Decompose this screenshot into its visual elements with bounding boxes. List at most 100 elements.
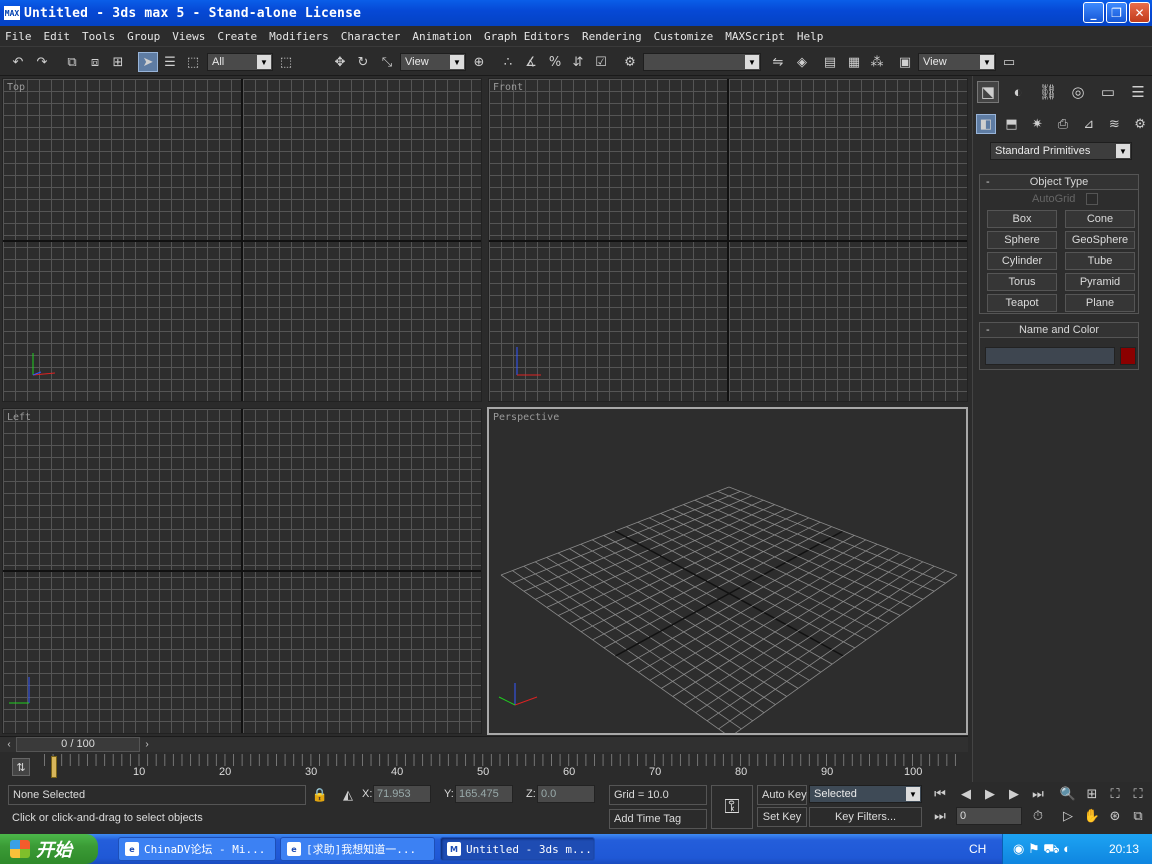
shapes-icon[interactable]: ⬒	[1002, 114, 1022, 134]
add-time-tag-button[interactable]: Add Time Tag	[609, 809, 707, 829]
x-coordinate-field[interactable]: 71.953	[373, 785, 431, 803]
absolute-mode-icon[interactable]: ◭	[338, 785, 358, 805]
pan-icon[interactable]: ✋	[1082, 806, 1102, 826]
taskbar-item-active[interactable]: M Untitled - 3ds m...	[440, 837, 595, 861]
chevron-right-icon[interactable]: ›	[140, 737, 154, 752]
rollout-header[interactable]: - Name and Color	[980, 323, 1138, 338]
material-editor-icon[interactable]: ⁂	[867, 52, 887, 72]
modify-tab-icon[interactable]: ◐	[1007, 81, 1029, 103]
next-frame-icon[interactable]: ▶	[1004, 784, 1024, 804]
taskbar-item[interactable]: e [求助]我想知道一...	[280, 837, 435, 861]
cameras-icon[interactable]: ⎙	[1053, 114, 1073, 134]
align-icon[interactable]: ◈	[792, 52, 812, 72]
quick-render-icon[interactable]: ▭	[999, 52, 1019, 72]
helpers-icon[interactable]: ⊿	[1079, 114, 1099, 134]
menu-create[interactable]: Create	[217, 30, 257, 43]
menu-character[interactable]: Character	[341, 30, 401, 43]
key-mode-dropdown[interactable]: Selected ▼	[809, 785, 922, 803]
named-selection-icon[interactable]: ☑	[591, 52, 611, 72]
time-configuration-icon[interactable]: ⏱	[1028, 806, 1048, 826]
chevron-left-icon[interactable]: ‹	[2, 737, 16, 752]
menu-modifiers[interactable]: Modifiers	[269, 30, 329, 43]
minimize-button[interactable]: _	[1083, 2, 1104, 23]
set-key-icon[interactable]: ⚿	[711, 785, 753, 829]
key-filters-button[interactable]: Key Filters...	[809, 807, 922, 827]
track-bar[interactable]: ⇅ 10 20 30 40 50 60 70 80 90 100	[0, 752, 968, 782]
box-button[interactable]: Box	[987, 210, 1057, 228]
pyramid-button[interactable]: Pyramid	[1065, 273, 1135, 291]
create-tab-icon[interactable]: ⬔	[977, 81, 999, 103]
render-scene-icon[interactable]: ▣	[895, 52, 915, 72]
category-dropdown[interactable]: Standard Primitives ▼	[990, 142, 1132, 160]
space-warps-icon[interactable]: ≋	[1104, 114, 1124, 134]
named-selection-dropdown[interactable]: ▼	[643, 53, 761, 71]
systems-icon[interactable]: ⚙	[1130, 114, 1150, 134]
viewport-front[interactable]: Front	[488, 78, 968, 402]
arc-rotate-icon[interactable]: ⊛	[1105, 806, 1125, 826]
bind-space-warp-icon[interactable]: ⊞	[108, 52, 128, 72]
display-tab-icon[interactable]: ▭	[1097, 81, 1119, 103]
autogrid-checkbox[interactable]	[1086, 193, 1098, 205]
render-type-dropdown[interactable]: View ▼	[918, 53, 996, 71]
object-name-field[interactable]	[985, 347, 1115, 365]
time-slider-thumb[interactable]: 0 / 100	[16, 737, 140, 752]
key-mode-toggle-icon[interactable]: ⏭	[930, 806, 950, 826]
cone-button[interactable]: Cone	[1065, 210, 1135, 228]
mirror-icon[interactable]: ⇋	[768, 52, 788, 72]
select-object-icon[interactable]: ➤	[138, 52, 158, 72]
geometry-icon[interactable]: ◧	[975, 114, 996, 134]
viewport-label[interactable]: Top	[7, 82, 25, 93]
tube-button[interactable]: Tube	[1065, 252, 1135, 270]
tray-icons[interactable]: ◉ ⚑ ⛟ ◐	[1013, 841, 1071, 859]
edit-named-selection-icon[interactable]: ⚙	[620, 52, 640, 72]
snap-3d-icon[interactable]: ∴	[498, 52, 518, 72]
y-coordinate-field[interactable]: 165.475	[455, 785, 513, 803]
angle-snap-icon[interactable]: ∡	[521, 52, 541, 72]
menu-maxscript[interactable]: MAXScript	[725, 30, 785, 43]
schematic-view-icon[interactable]: ▦	[844, 52, 864, 72]
menu-customize[interactable]: Customize	[654, 30, 714, 43]
current-time-marker[interactable]	[51, 756, 57, 778]
teapot-button[interactable]: Teapot	[987, 294, 1057, 312]
scale-icon[interactable]: ⤡	[377, 52, 397, 72]
torus-button[interactable]: Torus	[987, 273, 1057, 291]
lights-icon[interactable]: ✷	[1027, 114, 1047, 134]
go-to-end-icon[interactable]: ⏭	[1028, 784, 1048, 804]
hierarchy-tab-icon[interactable]: ⛓	[1037, 81, 1059, 103]
set-key-button[interactable]: Set Key	[757, 807, 807, 827]
unlink-icon[interactable]: ⧈	[85, 52, 105, 72]
language-indicator[interactable]: CH	[969, 842, 986, 856]
current-frame-field[interactable]: 0	[956, 807, 1022, 825]
select-by-name-icon[interactable]: ☰	[160, 52, 180, 72]
geosphere-button[interactable]: GeoSphere	[1065, 231, 1135, 249]
zoom-extents-all-icon[interactable]: ⛶	[1128, 784, 1148, 804]
close-button[interactable]: ✕	[1129, 2, 1150, 23]
time-slider[interactable]: ‹ 0 / 100 ›	[0, 736, 968, 752]
motion-tab-icon[interactable]: ◎	[1067, 81, 1089, 103]
spinner-snap-icon[interactable]: ⇵	[568, 52, 588, 72]
cylinder-button[interactable]: Cylinder	[987, 252, 1057, 270]
maximize-viewport-icon[interactable]: ⧉	[1128, 806, 1148, 826]
viewport-label[interactable]: Front	[493, 82, 523, 93]
previous-frame-icon[interactable]: ◀	[956, 784, 976, 804]
menu-animation[interactable]: Animation	[412, 30, 472, 43]
rotate-icon[interactable]: ↻	[353, 52, 373, 72]
menu-graph-editors[interactable]: Graph Editors	[484, 30, 570, 43]
viewport-perspective[interactable]: Perspective	[487, 407, 968, 735]
go-to-start-icon[interactable]: ⏮	[930, 784, 950, 804]
menu-views[interactable]: Views	[172, 30, 205, 43]
menu-help[interactable]: Help	[797, 30, 824, 43]
utilities-tab-icon[interactable]: ☰	[1127, 81, 1149, 103]
selection-region-icon[interactable]: ⬚	[183, 52, 203, 72]
select-link-icon[interactable]: ⧉	[62, 52, 82, 72]
sphere-button[interactable]: Sphere	[987, 231, 1057, 249]
plane-button[interactable]: Plane	[1065, 294, 1135, 312]
menu-file[interactable]: File	[5, 30, 32, 43]
menu-edit[interactable]: Edit	[44, 30, 71, 43]
pivot-center-icon[interactable]: ⊕	[469, 52, 489, 72]
move-icon[interactable]: ✥	[330, 52, 350, 72]
play-icon[interactable]: ▶	[980, 784, 1000, 804]
track-view-icon[interactable]: ▤	[820, 52, 840, 72]
menu-group[interactable]: Group	[127, 30, 160, 43]
menu-rendering[interactable]: Rendering	[582, 30, 642, 43]
